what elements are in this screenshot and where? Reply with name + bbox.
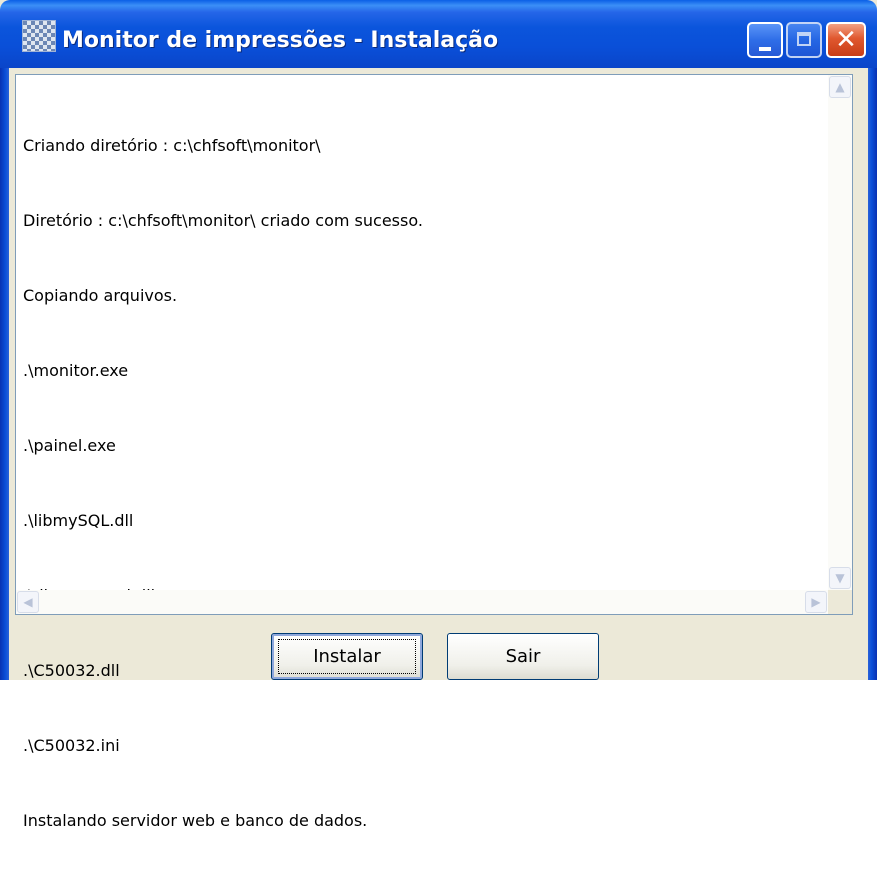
- log-line: Criando diretório : c:\chfsoft\monitor\: [23, 136, 321, 155]
- log-line: .\libmySQL.dll: [23, 511, 134, 530]
- scroll-up-icon[interactable]: ▲: [829, 76, 851, 98]
- minimize-icon: [759, 47, 771, 51]
- log-line: .\C50032.dll: [23, 661, 120, 680]
- log-line: Instalando servidor web e banco de dados…: [23, 811, 368, 830]
- close-icon: ✕: [835, 25, 857, 55]
- exit-button[interactable]: Sair: [447, 633, 599, 680]
- horizontal-scrollbar[interactable]: ◀ ▶: [16, 590, 828, 614]
- log-line: .\monitor.exe: [23, 361, 129, 380]
- title-bar[interactable]: Monitor de impressões - Instalação ✕: [0, 0, 877, 68]
- minimize-button[interactable]: [747, 22, 783, 58]
- scroll-down-icon[interactable]: ▼: [829, 567, 851, 589]
- installer-window: Monitor de impressões - Instalação ✕ Cri…: [0, 0, 877, 830]
- install-log[interactable]: Criando diretório : c:\chfsoft\monitor\ …: [15, 74, 853, 830]
- window-title: Monitor de impressões - Instalação: [62, 28, 499, 53]
- exit-button-label: Sair: [505, 646, 541, 667]
- app-icon[interactable]: [22, 20, 56, 52]
- install-button[interactable]: Instalar: [271, 633, 423, 680]
- vertical-scrollbar[interactable]: ▲ ▼: [828, 75, 852, 590]
- scroll-corner: [828, 590, 852, 614]
- maximize-icon: [797, 32, 811, 46]
- window-frame-right: [868, 68, 877, 680]
- window-frame-left: [0, 68, 9, 680]
- scroll-right-icon[interactable]: ▶: [805, 591, 827, 613]
- log-line: Diretório : c:\chfsoft\monitor\ criado c…: [23, 211, 423, 230]
- log-line: .\painel.exe: [23, 436, 116, 455]
- close-button[interactable]: ✕: [826, 22, 866, 58]
- scroll-left-icon[interactable]: ◀: [17, 591, 39, 613]
- install-log-text: Criando diretório : c:\chfsoft\monitor\ …: [23, 83, 826, 883]
- install-button-label: Instalar: [278, 639, 416, 674]
- maximize-button[interactable]: [786, 22, 822, 58]
- log-line: .\C50032.ini: [23, 736, 120, 755]
- log-line: Copiando arquivos.: [23, 286, 178, 305]
